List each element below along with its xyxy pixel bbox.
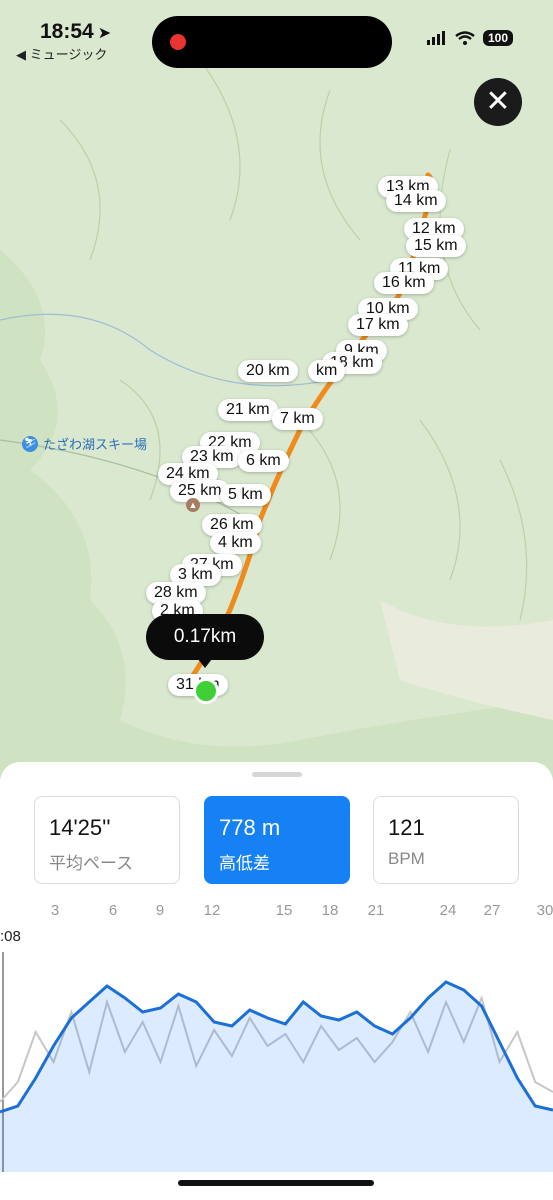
peak-icon: ▲ <box>186 498 200 512</box>
map-terrain <box>0 59 553 780</box>
x-tick: 21 <box>367 902 385 919</box>
current-position-marker[interactable] <box>193 678 219 704</box>
system-icons: 100 <box>426 30 513 46</box>
x-tick: 27 <box>483 902 501 919</box>
km-label: 5 km <box>220 484 271 506</box>
signal-icon <box>426 31 445 45</box>
place-label[interactable]: ⛷ たざわ湖スキー場 <box>22 434 147 453</box>
status-bar: 18:54 ➤ ◀ ミュージック 100 <box>0 0 553 80</box>
pace-card[interactable]: 14'25'' 平均ペース <box>34 796 180 884</box>
pace-label: 平均ペース <box>49 854 134 873</box>
location-arrow-icon: ➤ <box>97 25 112 42</box>
map-view[interactable]: 18:54 ➤ ◀ ミュージック 100 ✕ 13 km 14 km 12 km … <box>0 0 553 780</box>
km-label: 20 km <box>238 360 298 382</box>
home-indicator[interactable] <box>178 1180 374 1186</box>
x-tick: 15 <box>275 902 293 919</box>
elevation-card[interactable]: 778 m 高低差 <box>204 796 350 884</box>
x-tick: 3 <box>50 902 60 919</box>
km-label: 17 km <box>348 314 408 336</box>
elevation-value: 778 m <box>219 815 281 840</box>
clock: 18:54 ➤ <box>40 20 112 43</box>
km-label: 16 km <box>374 272 434 294</box>
x-tick: 12 <box>203 902 221 919</box>
bpm-value: 121 <box>388 815 425 840</box>
position-tooltip: 0.17km <box>146 614 264 668</box>
elevation-chart[interactable] <box>0 952 553 1172</box>
bpm-label: BPM <box>388 849 425 868</box>
y-axis-label: :08 <box>0 928 21 945</box>
x-tick: 9 <box>155 902 165 919</box>
km-label: 14 km <box>386 190 446 212</box>
stats-sheet[interactable]: 14'25'' 平均ペース 778 m 高低差 121 BPM 3 6 9 12… <box>0 762 553 1200</box>
sheet-grabber[interactable] <box>252 772 302 777</box>
km-label: 4 km <box>210 532 261 554</box>
back-to-app-link[interactable]: ◀ ミュージック <box>16 44 107 63</box>
x-axis-ticks: 3 6 9 12 15 18 21 24 27 30 <box>0 902 553 922</box>
place-name: たざわ湖スキー場 <box>43 437 148 452</box>
km-label: 21 km <box>218 399 278 421</box>
x-tick: 30 <box>536 902 553 919</box>
x-tick: 6 <box>108 902 118 919</box>
km-label: 6 km <box>238 450 289 472</box>
x-tick: 24 <box>439 902 457 919</box>
elevation-area <box>0 982 553 1172</box>
x-tick: 18 <box>321 902 339 919</box>
close-button[interactable]: ✕ <box>474 78 522 126</box>
battery-icon: 100 <box>482 30 513 46</box>
wifi-icon <box>455 31 475 45</box>
bpm-card[interactable]: 121 BPM <box>373 796 519 884</box>
km-label: km <box>308 360 346 382</box>
km-label: 7 km <box>272 408 323 430</box>
pace-value: 14'25'' <box>49 815 111 840</box>
dynamic-island <box>152 16 392 68</box>
recording-icon <box>170 34 186 50</box>
km-label: 15 km <box>406 235 466 257</box>
ski-icon: ⛷ <box>22 435 38 452</box>
elevation-label: 高低差 <box>219 854 270 873</box>
